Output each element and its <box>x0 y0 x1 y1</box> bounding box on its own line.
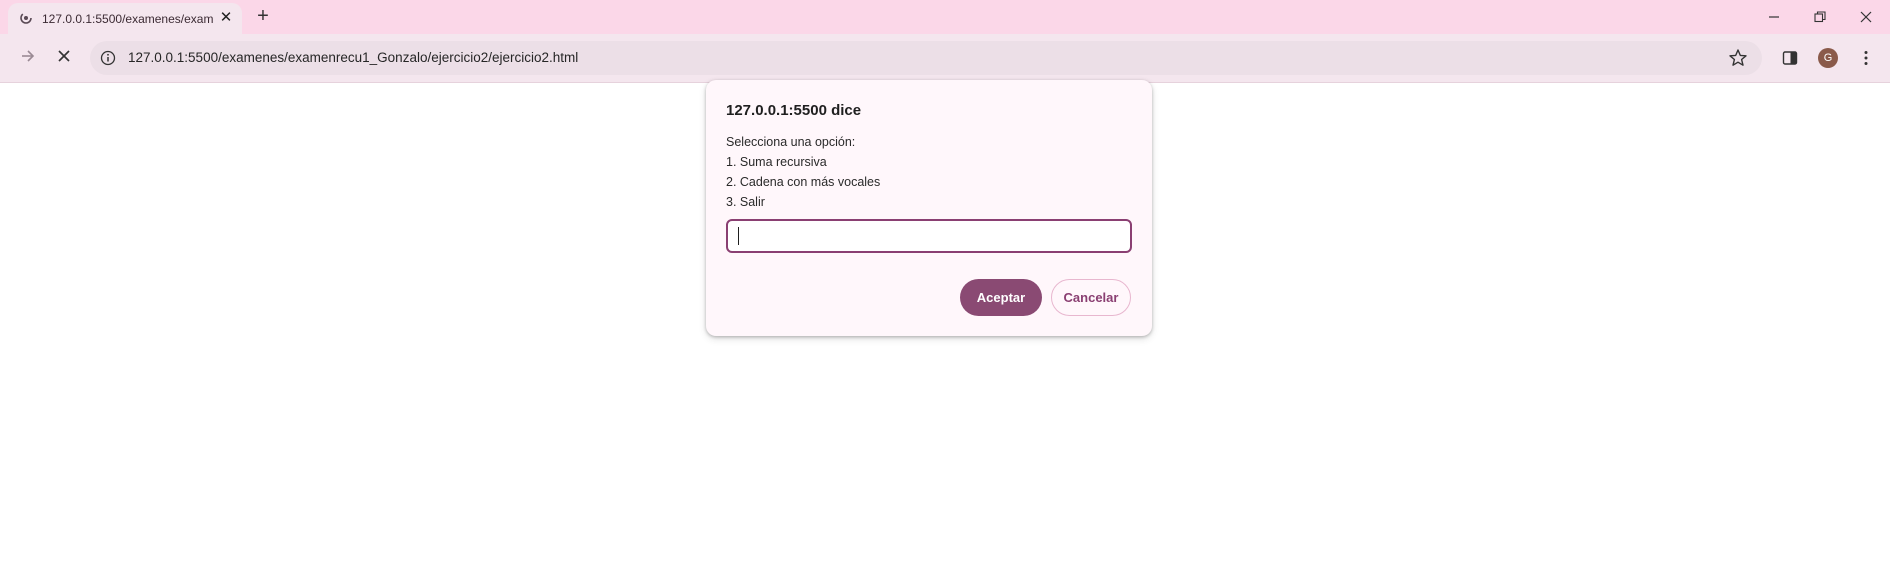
star-icon[interactable] <box>1728 48 1748 68</box>
address-bar[interactable]: 127.0.0.1:5500/examenes/examenrecu1_Gonz… <box>90 41 1762 75</box>
dialog-message: Selecciona una opción: 1. Suma recursiva… <box>726 132 880 212</box>
avatar: G <box>1818 48 1838 68</box>
message-line: 3. Salir <box>726 195 765 209</box>
tab-close-icon[interactable]: ✕ <box>218 10 234 26</box>
message-line: 2. Cadena con más vocales <box>726 175 881 189</box>
browser-toolbar: 127.0.0.1:5500/examenes/examenrecu1_Gonz… <box>0 34 1890 83</box>
forward-button[interactable] <box>14 44 42 72</box>
restore-icon[interactable] <box>1802 6 1838 28</box>
prompt-dialog: 127.0.0.1:5500 dice Selecciona una opció… <box>706 80 1152 336</box>
arrow-right-icon <box>20 48 36 69</box>
message-line: Selecciona una opción: <box>726 135 856 149</box>
kebab-menu-icon[interactable] <box>1854 46 1878 70</box>
text-caret <box>738 227 739 245</box>
tab-strip: 127.0.0.1:5500/examenes/exam ✕ + <box>0 0 1890 34</box>
tab-title: 127.0.0.1:5500/examenes/exam <box>42 12 214 26</box>
window-close-icon[interactable] <box>1848 6 1884 28</box>
minimize-icon[interactable] <box>1756 6 1792 28</box>
dialog-title: 127.0.0.1:5500 dice <box>726 102 862 119</box>
loading-spinner-icon <box>19 11 33 25</box>
new-tab-button[interactable]: + <box>252 6 274 28</box>
cancel-button[interactable]: Cancelar <box>1051 279 1131 316</box>
prompt-input[interactable] <box>726 219 1132 253</box>
side-panel-icon[interactable] <box>1778 46 1802 70</box>
browser-tab[interactable]: 127.0.0.1:5500/examenes/exam ✕ <box>8 3 242 34</box>
info-icon[interactable] <box>100 50 116 66</box>
message-line: 1. Suma recursiva <box>726 155 827 169</box>
stop-button[interactable] <box>50 44 78 72</box>
stop-icon <box>57 49 71 68</box>
url-text: 127.0.0.1:5500/examenes/examenrecu1_Gonz… <box>128 50 579 65</box>
accept-button[interactable]: Aceptar <box>960 279 1042 316</box>
profile-avatar[interactable]: G <box>1816 46 1840 70</box>
